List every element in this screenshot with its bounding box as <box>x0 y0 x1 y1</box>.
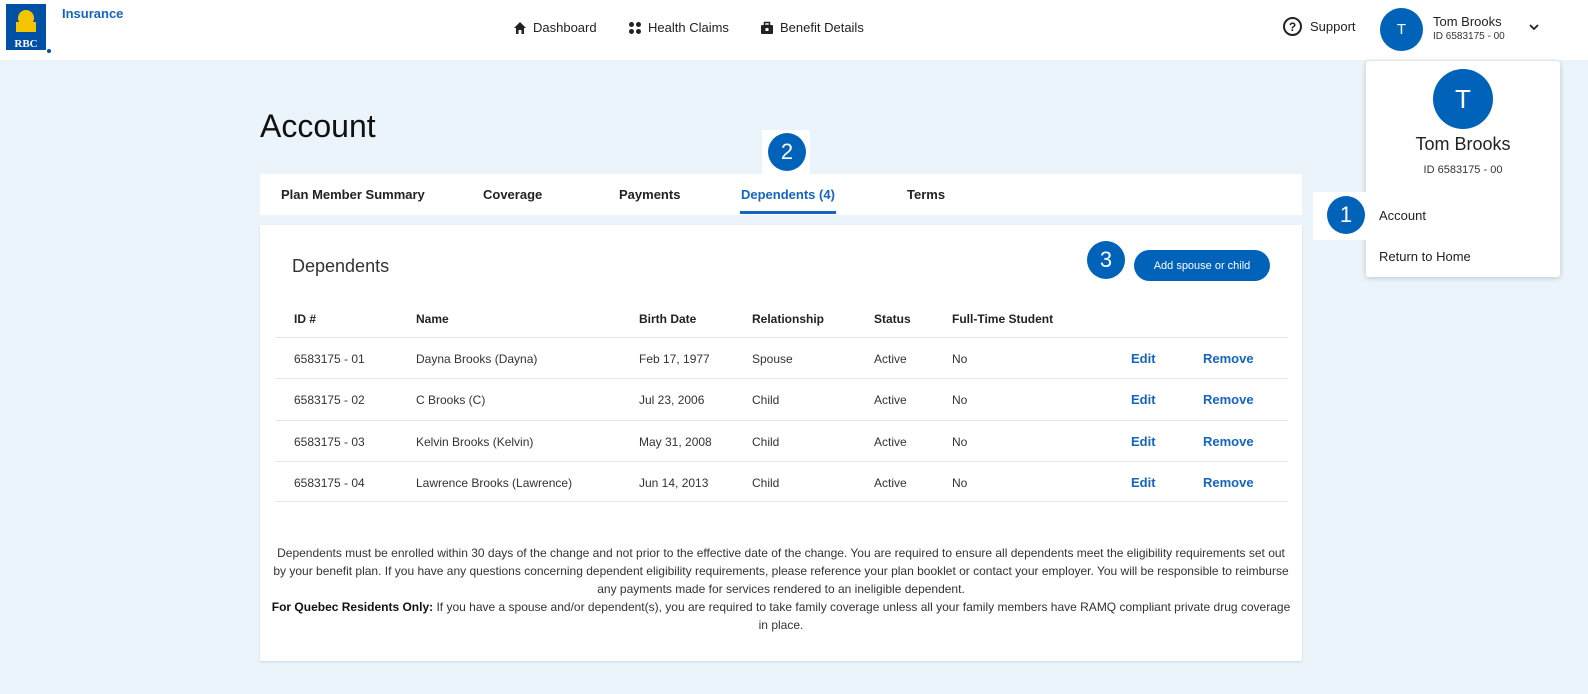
brand-label: Insurance <box>62 6 124 21</box>
column-header-id: ID # <box>294 312 317 326</box>
tab-terms[interactable]: Terms <box>907 187 945 202</box>
page-title: Account <box>260 108 376 144</box>
cell-status: Active <box>874 352 907 366</box>
remove-link[interactable]: Remove <box>1203 392 1254 407</box>
edit-link[interactable]: Edit <box>1131 434 1156 449</box>
remove-link[interactable]: Remove <box>1203 475 1254 490</box>
cell-full-time-student: No <box>952 435 968 449</box>
account-tabs: Plan Member Summary Coverage Payments De… <box>260 174 1302 215</box>
cell-full-time-student: No <box>952 476 968 490</box>
callout-3: 3 <box>1087 241 1125 279</box>
user-name[interactable]: Tom Brooks <box>1433 14 1502 29</box>
cell-birth-date: Feb 17, 1977 <box>639 352 710 366</box>
dependents-card: Dependents Add spouse or child ID # Name… <box>260 225 1302 661</box>
cell-relationship: Spouse <box>752 352 793 366</box>
home-icon <box>514 21 526 34</box>
cell-relationship: Child <box>752 476 780 490</box>
cell-name: C Brooks (C) <box>416 393 486 407</box>
nav-health-claims-label: Health Claims <box>648 20 729 35</box>
cell-id: 6583175 - 02 <box>294 393 365 407</box>
tab-dependents[interactable]: Dependents (4) <box>741 187 835 202</box>
add-spouse-or-child-button[interactable]: Add spouse or child <box>1134 250 1270 281</box>
question-icon: ? <box>1283 17 1302 36</box>
cell-name: Kelvin Brooks (Kelvin) <box>416 435 534 449</box>
cell-status: Active <box>874 393 907 407</box>
menu-item-account[interactable]: Account <box>1379 208 1426 223</box>
nav-benefit-details[interactable]: Benefit Details <box>760 20 864 35</box>
cell-id: 6583175 - 01 <box>294 352 365 366</box>
dropdown-avatar: T <box>1433 69 1493 129</box>
column-header-full-time-student: Full-Time Student <box>952 312 1054 326</box>
notice-quebec-text: If you have a spouse and/or dependent(s)… <box>436 600 1291 632</box>
remove-link[interactable]: Remove <box>1203 434 1254 449</box>
eligibility-notice: Dependents must be enrolled within 30 da… <box>270 544 1292 634</box>
cell-birth-date: Jun 14, 2013 <box>639 476 709 490</box>
cell-id: 6583175 - 03 <box>294 435 365 449</box>
column-header-relationship: Relationship <box>752 312 825 326</box>
user-id: ID 6583175 - 00 <box>1433 31 1505 42</box>
tab-coverage[interactable]: Coverage <box>483 187 542 202</box>
logo-text: RBC <box>14 38 37 50</box>
cell-full-time-student: No <box>952 393 968 407</box>
table-row: 6583175 - 02 C Brooks (C) Jul 23, 2006 C… <box>275 378 1288 419</box>
dropdown-user-id: ID 6583175 - 00 <box>1423 164 1503 176</box>
briefcase-icon <box>761 21 773 34</box>
dependents-title: Dependents <box>292 256 390 276</box>
cell-status: Active <box>874 476 907 490</box>
tab-plan-member-summary[interactable]: Plan Member Summary <box>281 187 425 202</box>
cell-id: 6583175 - 04 <box>294 476 365 490</box>
notice-paragraph: Dependents must be enrolled within 30 da… <box>273 546 1289 596</box>
tab-payments[interactable]: Payments <box>619 187 680 202</box>
cell-birth-date: Jul 23, 2006 <box>639 393 705 407</box>
edit-link[interactable]: Edit <box>1131 475 1156 490</box>
table-row: 6583175 - 03 Kelvin Brooks (Kelvin) May … <box>275 420 1288 461</box>
edit-link[interactable]: Edit <box>1131 392 1156 407</box>
user-avatar[interactable]: T <box>1380 8 1423 51</box>
cell-relationship: Child <box>752 435 780 449</box>
cell-status: Active <box>874 435 907 449</box>
notice-quebec-label: For Quebec Residents Only: <box>271 600 434 614</box>
column-header-name: Name <box>416 312 449 326</box>
callout-2: 2 <box>768 133 806 171</box>
user-dropdown-menu: T Tom Brooks ID 6583175 - 00 Account Ret… <box>1366 61 1560 277</box>
chevron-down-icon[interactable] <box>1528 22 1540 32</box>
cell-full-time-student: No <box>952 352 968 366</box>
dots-grid-icon <box>629 21 641 34</box>
callout-1: 1 <box>1327 196 1365 234</box>
rbc-logo[interactable]: RBC <box>6 4 52 54</box>
cell-name: Lawrence Brooks (Lawrence) <box>416 476 573 490</box>
cell-relationship: Child <box>752 393 780 407</box>
active-tab-indicator <box>740 211 836 214</box>
remove-link[interactable]: Remove <box>1203 351 1254 366</box>
dropdown-user-name: Tom Brooks <box>1415 134 1511 154</box>
table-row: 6583175 - 04 Lawrence Brooks (Lawrence) … <box>275 461 1288 502</box>
nav-dashboard[interactable]: Dashboard <box>513 20 597 35</box>
support-link[interactable]: ? Support <box>1283 17 1356 36</box>
menu-item-return-home[interactable]: Return to Home <box>1379 249 1471 264</box>
cell-birth-date: May 31, 2008 <box>639 435 712 449</box>
cell-name: Dayna Brooks (Dayna) <box>416 352 538 366</box>
support-label: Support <box>1310 19 1356 34</box>
table-row: 6583175 - 01 Dayna Brooks (Dayna) Feb 17… <box>275 337 1288 378</box>
column-header-status: Status <box>874 312 911 326</box>
edit-link[interactable]: Edit <box>1131 351 1156 366</box>
column-header-birth-date: Birth Date <box>639 312 697 326</box>
top-header: RBC Insurance Dashboard Health Claims Be… <box>0 0 1588 60</box>
nav-health-claims[interactable]: Health Claims <box>628 20 729 35</box>
nav-benefit-details-label: Benefit Details <box>780 20 864 35</box>
nav-dashboard-label: Dashboard <box>533 20 597 35</box>
